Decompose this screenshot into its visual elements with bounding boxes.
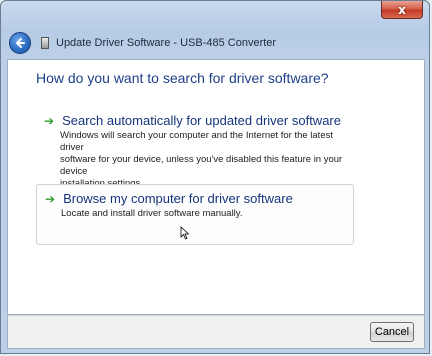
- wizard-header: Update Driver Software - USB-485 Convert…: [7, 29, 425, 57]
- cancel-button[interactable]: Cancel: [370, 322, 414, 342]
- back-button[interactable]: [9, 32, 31, 54]
- back-arrow-icon: [16, 38, 25, 48]
- option-search-automatically[interactable]: ➔ Search automatically for updated drive…: [36, 107, 354, 189]
- driver-icon: [41, 37, 49, 49]
- green-arrow-icon: ➔: [45, 191, 56, 206]
- title-bar: x: [1, 1, 429, 23]
- green-arrow-icon: ➔: [44, 113, 55, 128]
- window-title: Update Driver Software - USB-485 Convert…: [56, 37, 277, 49]
- mouse-pointer-icon: [180, 226, 190, 240]
- option-description: Locate and install driver software manua…: [61, 208, 243, 219]
- option-title: Search automatically for updated driver …: [62, 113, 341, 128]
- close-icon: x: [398, 2, 406, 17]
- option-title: Browse my computer for driver software: [63, 191, 293, 206]
- dialog-window: x Update Driver Software - USB-485 Conve…: [0, 0, 430, 354]
- option-browse-computer[interactable]: ➔ Browse my computer for driver software…: [36, 184, 354, 245]
- button-bar: Cancel: [7, 315, 425, 349]
- close-button[interactable]: x: [381, 1, 423, 19]
- main-panel: How do you want to search for driver sof…: [7, 59, 425, 315]
- option-description: Windows will search your computer and th…: [60, 130, 343, 189]
- page-question: How do you want to search for driver sof…: [36, 70, 329, 86]
